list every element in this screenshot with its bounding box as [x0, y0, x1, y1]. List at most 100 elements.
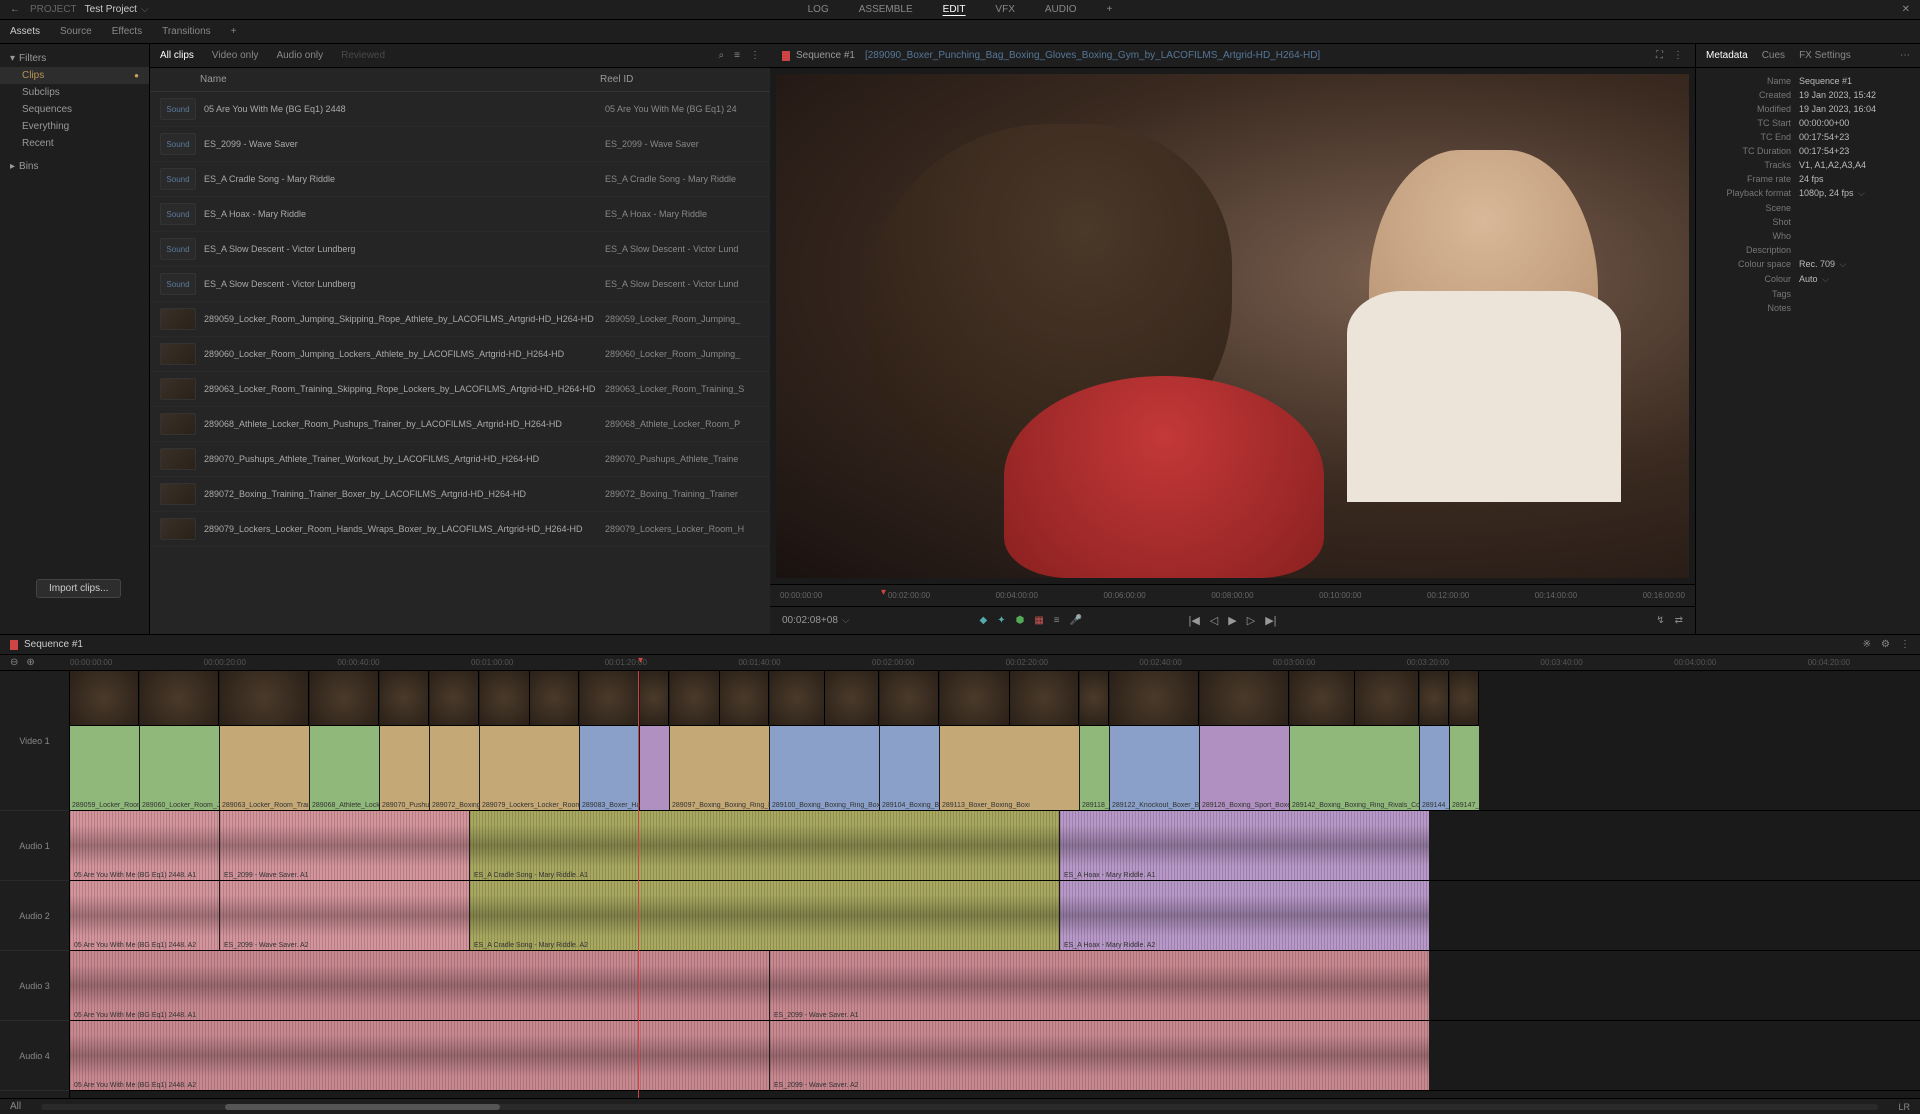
marker-out-icon[interactable]: ⬢	[1016, 615, 1025, 626]
video-clip[interactable]: 289070_Pushups_A	[380, 671, 430, 810]
video-clip[interactable]: 289059_Locker_Room_Jump	[70, 671, 140, 810]
clip-row[interactable]: SoundES_A Hoax - Mary RiddleES_A Hoax - …	[150, 197, 770, 232]
nav-edit[interactable]: EDIT	[943, 4, 966, 16]
nav-vfx[interactable]: VFX	[995, 4, 1014, 16]
audio3-track-label[interactable]: Audio 3	[0, 951, 69, 1021]
timeline-name[interactable]: Sequence #1	[24, 639, 83, 650]
audio2-track-label[interactable]: Audio 2	[0, 881, 69, 951]
list-icon[interactable]: ≡	[1054, 615, 1060, 626]
goto-start-icon[interactable]: |◀	[1188, 614, 1199, 627]
video-clip[interactable]: 289142_Boxing_Boxing_Ring_Rivals_Competi…	[1290, 671, 1420, 810]
marker-icon[interactable]: ✦	[997, 615, 1005, 626]
meta-row[interactable]: NameSequence #1	[1706, 74, 1910, 88]
timeline-scrollbar[interactable]	[41, 1104, 1878, 1110]
video-clip[interactable]: 289072_Boxing_Tr	[430, 671, 480, 810]
meta-row[interactable]: TC Start00:00:00+00	[1706, 116, 1910, 130]
col-name[interactable]: Name	[200, 74, 600, 85]
video-clip[interactable]: 289083_Boxer_Hands	[580, 671, 640, 810]
video-clip[interactable]: 289079_Lockers_Locker_Room_Hands	[480, 671, 580, 810]
video-clip[interactable]: 289126_Boxing_Sport_Boxer_Pun	[1200, 671, 1290, 810]
play-icon[interactable]: ▶	[1228, 614, 1236, 627]
meta-row[interactable]: Frame rate24 fps	[1706, 172, 1910, 186]
timeline-playhead[interactable]	[638, 671, 639, 1098]
video-track-label[interactable]: Video 1	[0, 671, 69, 811]
import-clips-button[interactable]: Import clips...	[36, 579, 121, 598]
bins-section[interactable]: ▸ Bins	[0, 158, 149, 175]
meta-row[interactable]: TC Duration00:17:54+23	[1706, 144, 1910, 158]
clip-row[interactable]: 289059_Locker_Room_Jumping_Skipping_Rope…	[150, 302, 770, 337]
meta-row[interactable]: Colour spaceRec. 709 ⌵	[1706, 257, 1910, 272]
viewer-playhead-icon[interactable]: ▾	[881, 587, 886, 598]
clip-row[interactable]: 289070_Pushups_Athlete_Trainer_Workout_b…	[150, 442, 770, 477]
tool-icon[interactable]: ↯	[1656, 615, 1664, 626]
video-clip[interactable]	[640, 671, 670, 810]
clip-row[interactable]: 289063_Locker_Room_Training_Skipping_Rop…	[150, 372, 770, 407]
viewer-timeline[interactable]: ▾ 00:00:00:0000:02:00:0000:04:00:0000:06…	[770, 584, 1695, 606]
list-view-icon[interactable]: ≡	[734, 50, 740, 61]
video-track[interactable]: 289059_Locker_Room_Jump289060_Locker_Roo…	[70, 671, 1920, 811]
meta-row[interactable]: TracksV1, A1,A2,A3,A4	[1706, 158, 1910, 172]
mic-icon[interactable]: 🎤	[1070, 615, 1082, 626]
meta-row[interactable]: Tags	[1706, 287, 1910, 301]
step-back-icon[interactable]: ◁	[1210, 614, 1218, 627]
subnav-source[interactable]: Source	[60, 26, 92, 37]
expand-icon[interactable]: ⛶	[1656, 50, 1663, 61]
snap-icon[interactable]: ※	[1863, 639, 1871, 650]
meta-row[interactable]: ColourAuto ⌵	[1706, 272, 1910, 287]
audio-track-2[interactable]: 05 Are You With Me (BG Eq1) 2448. A2ES_2…	[70, 881, 1920, 951]
subnav-effects[interactable]: Effects	[112, 26, 142, 37]
step-forward-icon[interactable]: ▷	[1247, 614, 1255, 627]
meta-row[interactable]: Playback format1080p, 24 fps ⌵	[1706, 186, 1910, 201]
meta-row[interactable]: Created19 Jan 2023, 15:42	[1706, 88, 1910, 102]
nav-assemble[interactable]: ASSEMBLE	[859, 4, 913, 16]
back-button[interactable]: ←	[10, 4, 20, 15]
filter-recent[interactable]: Recent	[0, 135, 149, 152]
meta-row[interactable]: TC End00:17:54+23	[1706, 130, 1910, 144]
subnav-+[interactable]: +	[231, 26, 237, 37]
video-clip[interactable]: 289068_Athlete_Locker_R	[310, 671, 380, 810]
close-icon[interactable]: ✕	[1902, 4, 1910, 15]
overlay-icon[interactable]: ▦	[1034, 615, 1043, 626]
clip-row[interactable]: Sound05 Are You With Me (BG Eq1) 244805 …	[150, 92, 770, 127]
clip-row[interactable]: 289068_Athlete_Locker_Room_Pushups_Train…	[150, 407, 770, 442]
browser-tab-reviewed[interactable]: Reviewed	[341, 50, 385, 61]
filter-sequences[interactable]: Sequences	[0, 101, 149, 118]
meta-row[interactable]: Scene	[1706, 201, 1910, 215]
filter-clips[interactable]: Clips●	[0, 67, 149, 84]
audio-clip[interactable]: ES_A Hoax - Mary Riddle. A2	[1060, 881, 1430, 950]
audio-clip[interactable]: ES_2099 - Wave Saver. A1	[220, 811, 470, 880]
clip-row[interactable]: SoundES_2099 - Wave SaverES_2099 - Wave …	[150, 127, 770, 162]
video-clip[interactable]: 289122_Knockout_Boxer_Bruised_Bloo	[1110, 671, 1200, 810]
footer-all[interactable]: All	[10, 1101, 21, 1112]
timeline-content[interactable]: 289059_Locker_Room_Jump289060_Locker_Roo…	[70, 671, 1920, 1098]
audio-clip[interactable]: 05 Are You With Me (BG Eq1) 2448. A2	[70, 881, 220, 950]
video-clip[interactable]: 289060_Locker_Room_Jumpi	[140, 671, 220, 810]
filter-subclips[interactable]: Subclips	[0, 84, 149, 101]
filters-section[interactable]: ▾ Filters	[0, 50, 149, 67]
marker-in-icon[interactable]: ◆	[979, 615, 987, 626]
clip-row[interactable]: SoundES_A Cradle Song - Mary RiddleES_A …	[150, 162, 770, 197]
timeline-ruler[interactable]: ⊖ ⊕ ▾ 00:00:00:0000:00:20:0000:00:40:000…	[0, 655, 1920, 671]
subnav-transitions[interactable]: Transitions	[162, 26, 211, 37]
zoom-in-icon[interactable]: ⊕	[26, 657, 34, 668]
nav-audio[interactable]: AUDIO	[1045, 4, 1077, 16]
meta-row[interactable]: Modified19 Jan 2023, 16:04	[1706, 102, 1910, 116]
timecode-display[interactable]: 00:02:08+08⌵	[782, 615, 849, 626]
clip-row[interactable]: 289079_Lockers_Locker_Room_Hands_Wraps_B…	[150, 512, 770, 547]
video-clip[interactable]: 289097_Boxing_Boxing_Ring_Boxer_R	[670, 671, 770, 810]
clip-row[interactable]: SoundES_A Slow Descent - Victor Lundberg…	[150, 232, 770, 267]
audio-clip[interactable]: 05 Are You With Me (BG Eq1) 2448. A1	[70, 951, 770, 1020]
audio-clip[interactable]: ES_A Cradle Song - Mary Riddle. A1	[470, 811, 1060, 880]
col-reel[interactable]: Reel ID	[600, 74, 760, 85]
audio-track-3[interactable]: 05 Are You With Me (BG Eq1) 2448. A1ES_2…	[70, 951, 1920, 1021]
audio-clip[interactable]: ES_2099 - Wave Saver. A1	[770, 951, 1430, 1020]
timeline-playhead-icon[interactable]: ▾	[638, 655, 643, 666]
link-icon[interactable]: ⇄	[1675, 615, 1683, 626]
video-clip[interactable]: 289100_Boxing_Boxing_Ring_Boxing_Aud	[770, 671, 880, 810]
filter-everything[interactable]: Everything	[0, 118, 149, 135]
video-clip[interactable]: 289113_Boxer_Boxing_Boxi	[940, 671, 1080, 810]
footer-lr[interactable]: LR	[1898, 1102, 1910, 1112]
audio-clip[interactable]: 05 Are You With Me (BG Eq1) 2448. A1	[70, 811, 220, 880]
timeline-menu-icon[interactable]: ⋮	[1900, 639, 1910, 650]
nav-+[interactable]: +	[1107, 4, 1113, 16]
